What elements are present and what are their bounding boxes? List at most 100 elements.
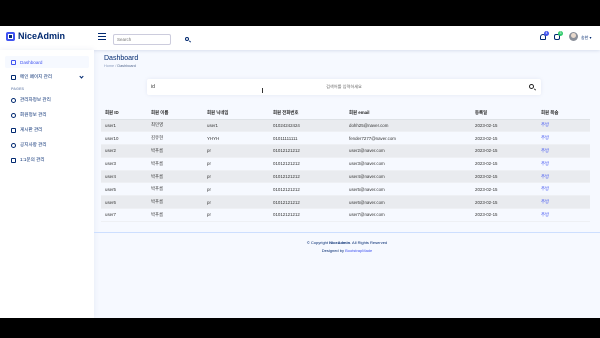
page-title: Dashboard <box>104 55 139 62</box>
members-table: 회원 ID 회원 이름 회원 닉네임 회원 전화번호 회원 email 등록일 … <box>101 107 590 222</box>
header-search-input[interactable] <box>113 34 171 45</box>
table-cell: pr <box>203 182 269 197</box>
table-cell: 01024242424 <box>269 119 345 133</box>
column-header: 회원 전화번호 <box>269 107 345 120</box>
board-icon <box>11 127 16 133</box>
table-row: user1 최민영 user1 01024242424 dohh25@naver.com… <box>101 119 590 133</box>
avatar[interactable] <box>569 32 578 41</box>
table-cell: 박푸름 <box>147 182 203 197</box>
breadcrumb-home[interactable]: Home <box>104 64 114 68</box>
breadcrumb: Home / Dashboard <box>104 64 136 68</box>
table-cell: pr <box>203 208 269 222</box>
sidebar-item-board[interactable]: 게시판 관리 <box>5 124 89 136</box>
table-row: user2 박푸름 pr 01012121212 user2@naver.com 2023… <box>101 144 590 158</box>
bell-icon[interactable]: 4 <box>540 31 549 40</box>
table-cell: user7@naver.com <box>345 208 471 222</box>
envelope-icon <box>11 157 16 163</box>
column-header: 회원 email <box>345 107 471 120</box>
sidebar-item-admin-info[interactable]: 관리자정보 관리 <box>5 94 89 106</box>
people-icon <box>11 112 16 118</box>
copyright-prefix: © Copyright <box>306 240 330 245</box>
text-cursor <box>262 88 263 93</box>
table-row: user7 박푸름 pr 01012121212 user7@naver.com 2023… <box>101 208 590 222</box>
table-cell: 2023-02-15 <box>471 131 537 146</box>
table-row: user3 박푸름 pr 01012121212 user3@naver.com 2023… <box>101 157 590 171</box>
sidebar-item-dashboard[interactable]: Dashboard <box>5 56 89 68</box>
table-cell: pr <box>203 157 269 171</box>
table-cell: user2@naver.com <box>345 144 471 158</box>
logo[interactable]: NiceAdmin <box>6 31 65 41</box>
sidebar-item-main-page[interactable]: 메인 페이지 관리 <box>5 71 89 83</box>
sidebar-heading: PAGES <box>11 87 25 91</box>
table-row: user4 박푸름 pr 01012121212 user4@naver.com 2023… <box>101 170 590 184</box>
table-cell: 01012121212 <box>269 157 345 171</box>
table-cell: 2023-02-15 <box>471 119 537 133</box>
hamburger-menu-icon[interactable] <box>98 33 106 40</box>
sidebar-item-notice[interactable]: 공지사항 관리 <box>5 139 89 151</box>
table-cell: 박푸름 <box>147 195 203 210</box>
table-cell: 01012121212 <box>269 182 345 197</box>
logo-text: NiceAdmin <box>18 31 66 41</box>
table-header-row: 회원 ID 회원 이름 회원 닉네임 회원 전화번호 회원 email 등록일 … <box>101 107 590 120</box>
table-cell: user3 <box>101 157 147 171</box>
table-cell: 2023-02-15 <box>471 144 537 158</box>
table-cell: 박푸름 <box>147 208 203 222</box>
grid-icon <box>11 59 16 65</box>
table-cell: user1 <box>203 119 269 133</box>
footer-divider <box>94 232 600 233</box>
table-row: user6 박푸름 pr 01012121212 user6@naver.com 2023… <box>101 195 590 210</box>
search-icon[interactable] <box>529 84 534 89</box>
table-cell: pr <box>203 144 269 158</box>
member-search-bar[interactable]: id 검색어를 입력하세요 <box>147 79 541 95</box>
user-name[interactable]: 송한 ▾ <box>581 35 592 41</box>
notifications-badge: 4 <box>544 31 549 36</box>
column-header: 회원 이름 <box>147 107 203 120</box>
column-header: 회원 ID <box>101 107 147 120</box>
kick-link[interactable]: 추방 <box>537 170 590 184</box>
table-cell: user3@naver.com <box>345 157 471 171</box>
table-cell: pr <box>203 170 269 184</box>
table-cell: 2023-02-15 <box>471 157 537 171</box>
sidebar-item-label: Dashboard <box>20 59 43 65</box>
kick-link[interactable]: 추방 <box>537 119 590 133</box>
messages-badge: 3 <box>558 31 563 36</box>
kick-link[interactable]: 추방 <box>537 208 590 222</box>
sidebar-item-label: 관리자정보 관리 <box>20 97 51 102</box>
column-header: 회원 목숨 <box>537 107 590 120</box>
copyright: © Copyright NiceAdmin. All Rights Reserv… <box>94 240 600 245</box>
table-cell: YHYH <box>203 131 269 146</box>
sidebar-item-member-info[interactable]: 회원정보 관리 <box>5 109 89 121</box>
sidebar: Dashboard 메인 페이지 관리 PAGES 관리자정보 관리 회원정보 … <box>0 50 94 318</box>
table-cell: user6 <box>101 195 147 210</box>
kick-link[interactable]: 추방 <box>537 182 590 197</box>
table-cell: 김유현 <box>147 131 203 146</box>
table-cell: user5 <box>101 182 147 197</box>
table-cell: 최민영 <box>147 119 203 133</box>
table-cell: user2 <box>101 144 147 158</box>
chevron-down-icon <box>79 74 84 79</box>
table-cell: pr <box>203 195 269 210</box>
kick-link[interactable]: 추방 <box>537 157 590 171</box>
kick-link[interactable]: 추방 <box>537 131 590 146</box>
sidebar-item-label: 1:1문의 관리 <box>20 157 45 162</box>
sidebar-item-inquiry[interactable]: 1:1문의 관리 <box>5 154 89 166</box>
designer-link[interactable]: BootstrapMade <box>345 248 372 253</box>
table-cell: 박푸름 <box>147 170 203 184</box>
table-cell: 01011111111 <box>269 131 345 146</box>
table-cell: user1 <box>101 119 147 133</box>
table-cell: user4 <box>101 170 147 184</box>
table-cell: 01012121212 <box>269 144 345 158</box>
kick-link[interactable]: 추방 <box>537 195 590 210</box>
credits-prefix: Designed by <box>321 248 346 253</box>
table-cell: 박푸름 <box>147 157 203 171</box>
table-cell: user4@naver.com <box>345 170 471 184</box>
table-cell: 2023-02-15 <box>471 195 537 210</box>
kick-link[interactable]: 추방 <box>537 144 590 158</box>
column-header: 등록일 <box>471 107 537 120</box>
table-cell: 01012121212 <box>269 195 345 210</box>
search-icon[interactable] <box>185 37 189 41</box>
sidebar-item-label: 회원정보 관리 <box>20 112 47 117</box>
search-input[interactable]: 검색어를 입력하세요 <box>147 84 541 90</box>
copyright-suffix: . All Rights Reserved <box>350 240 388 245</box>
chat-icon[interactable]: 3 <box>554 31 563 40</box>
